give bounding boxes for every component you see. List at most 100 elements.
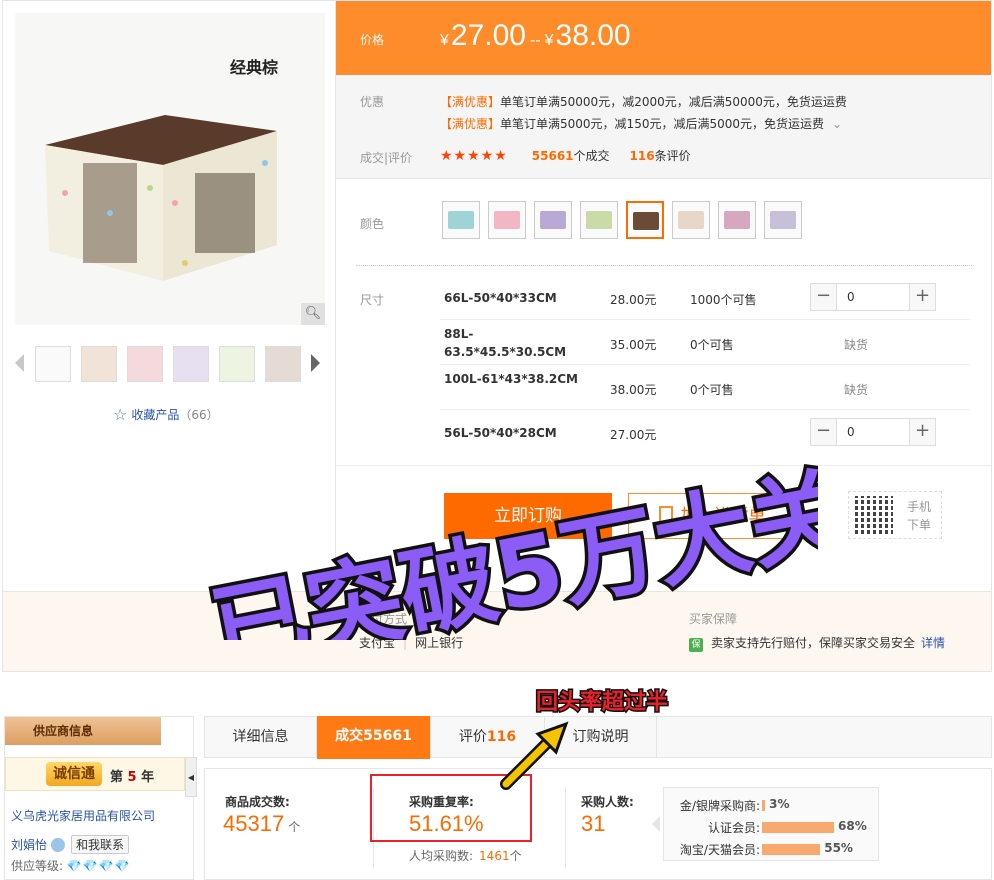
thumbnail[interactable] bbox=[127, 346, 163, 382]
magnifier-icon: 🔍︎ bbox=[304, 306, 322, 321]
color-swatch[interactable] bbox=[442, 201, 480, 239]
minus-button[interactable]: − bbox=[811, 284, 837, 310]
color-swatch[interactable] bbox=[534, 201, 572, 239]
collapse-arrow-icon[interactable]: ◀ bbox=[185, 757, 197, 797]
plus-button[interactable]: + bbox=[909, 419, 935, 445]
size-name: 100L-61*43*38.2CM bbox=[444, 372, 578, 386]
thumbnail[interactable] bbox=[35, 346, 71, 382]
price-low: 27.00 bbox=[450, 19, 526, 52]
supplier-header: 供应商信息 bbox=[5, 717, 161, 745]
color-swatch[interactable] bbox=[672, 201, 710, 239]
payment-label: 支付方式 bbox=[359, 612, 408, 626]
price-range: ¥27.00 -- ¥38.00 bbox=[440, 19, 631, 53]
promo-text: 单笔订单满50000元，减2000元，减后满50000元，免货运运费 bbox=[500, 95, 847, 109]
size-row: 66L-50*40*33CM 28.00元 1000个可售 − 0 + bbox=[440, 275, 970, 320]
size-name: 56L-50*40*28CM bbox=[444, 426, 557, 440]
currency-symbol: ¥ bbox=[544, 32, 554, 49]
payment-methods: 支付宝 | 网上银行 bbox=[359, 636, 464, 650]
tab-deals[interactable]: 成交55661 bbox=[317, 716, 431, 759]
callout-pointer bbox=[652, 816, 660, 832]
contact-me-button[interactable]: 和我联系 bbox=[71, 835, 130, 854]
total-deals-value: 45317 个 bbox=[223, 811, 301, 836]
payment-alipay[interactable]: 支付宝 bbox=[359, 636, 395, 650]
tab-details[interactable]: 详细信息 bbox=[205, 717, 317, 758]
promo-label: 优惠 bbox=[360, 95, 385, 109]
color-swatch-selected[interactable] bbox=[626, 201, 664, 239]
divider bbox=[565, 787, 566, 867]
thumbnail[interactable] bbox=[173, 346, 209, 382]
detail-tabs: 详细信息 成交55661 评价116 订购说明 bbox=[204, 716, 992, 759]
brand-text: 经典棕 bbox=[230, 58, 278, 77]
shield-icon: 保 bbox=[689, 638, 703, 652]
size-price: 38.00元 bbox=[610, 383, 657, 397]
rating-row: ★★★★★ 55661个成交 116条评价 bbox=[440, 147, 691, 164]
deal-stats: 商品成交数: 45317 个 采购重复率: 51.61% 人均采购数: 1461个 … bbox=[204, 768, 992, 880]
total-deals-label: 商品成交数: bbox=[225, 795, 290, 809]
breakdown-bar bbox=[762, 800, 766, 811]
quantity-input[interactable]: 0 bbox=[847, 290, 855, 304]
quantity-stepper: − 0 + bbox=[810, 283, 936, 311]
contact-name[interactable]: 刘娟怡 bbox=[11, 838, 47, 852]
favorite-product-link[interactable]: ☆ 收藏产品（66） bbox=[113, 405, 219, 424]
thumbnail-strip bbox=[15, 346, 325, 382]
product-main-image[interactable]: 经典棕 🔍︎ bbox=[15, 13, 325, 325]
thumb-next-arrow-icon[interactable] bbox=[311, 354, 320, 372]
guarantee: 保卖家支持先行赔付，保障买家交易安全 详情 bbox=[689, 634, 945, 652]
buyer-breakdown: 金/银牌采购商: 3% 认证会员: 68% 淘宝/天猫会员: 55% bbox=[663, 787, 879, 861]
breakdown-row: 金/银牌采购商: 3% bbox=[664, 796, 880, 814]
color-swatch[interactable] bbox=[764, 201, 802, 239]
price-label: 价格 bbox=[360, 33, 385, 47]
size-price: 35.00元 bbox=[610, 338, 657, 352]
storage-box-image: 经典棕 bbox=[45, 58, 278, 281]
guarantee-details-link[interactable]: 详情 bbox=[921, 636, 945, 650]
guarantee-label: 买家保障 bbox=[689, 612, 738, 626]
supplier-info: 供应商信息 诚信通 第 5 年 ◀ 义乌虎光家居用品有限公司 刘娟怡 和我联系 供… bbox=[4, 716, 197, 880]
payment-bank[interactable]: 网上银行 bbox=[415, 636, 463, 650]
color-swatch[interactable] bbox=[718, 201, 756, 239]
company-name-link[interactable]: 义乌虎光家居用品有限公司 bbox=[11, 807, 155, 824]
thumb-prev-arrow-icon[interactable] bbox=[15, 354, 24, 372]
breakdown-row: 淘宝/天猫会员: 55% bbox=[664, 840, 880, 858]
favorite-label: 收藏产品 bbox=[131, 408, 180, 422]
minus-button[interactable]: − bbox=[811, 419, 837, 445]
size-label: 尺寸 bbox=[360, 293, 385, 307]
add-to-cart-button[interactable]: 加入进货单 bbox=[628, 493, 796, 539]
breakdown-bar bbox=[762, 822, 834, 833]
trust-badge: 诚信通 第 5 年 bbox=[5, 757, 185, 791]
breakdown-label: 认证会员: bbox=[707, 821, 760, 835]
deal-count[interactable]: 55661 bbox=[532, 149, 574, 163]
product-info: 价格 ¥27.00 -- ¥38.00 优惠 【满优惠】单笔订单满50000元，减2… bbox=[335, 1, 991, 671]
callout-text: 回头率超过半 bbox=[534, 689, 669, 717]
rating-stars-icon: ★★★★★ bbox=[440, 148, 508, 164]
quantity-input[interactable]: 0 bbox=[847, 425, 855, 439]
thumbnail[interactable] bbox=[265, 346, 301, 382]
color-label: 颜色 bbox=[360, 217, 385, 231]
callout-arrow-icon bbox=[500, 721, 569, 790]
thumbnail[interactable] bbox=[81, 346, 117, 382]
color-swatch[interactable] bbox=[488, 201, 526, 239]
plus-button[interactable]: + bbox=[909, 284, 935, 310]
breakdown-label: 金/银牌采购商: bbox=[679, 799, 760, 813]
promo-line: 【满优惠】单笔订单满50000元，减2000元，减后满50000元，免货运运费 bbox=[440, 93, 847, 110]
clipboard-icon bbox=[658, 506, 673, 524]
size-name: 66L-50*40*33CM bbox=[444, 291, 557, 305]
promo-text: 单笔订单满5000元，减150元，减后满5000元，免货运运费 bbox=[500, 117, 824, 131]
product-panel: 经典棕 🔍︎ ☆ 收藏产品（66） 价格 ¥27.00 -- ¥38.00 优惠… bbox=[2, 0, 992, 672]
promo-line: 【满优惠】单笔订单满5000元，减150元，减后满5000元，免货运运费 ⌄ bbox=[440, 115, 842, 132]
divider bbox=[356, 265, 972, 266]
color-swatch[interactable] bbox=[580, 201, 618, 239]
zoom-button[interactable]: 🔍︎ bbox=[301, 303, 325, 325]
deal-unit: 个成交 bbox=[573, 149, 610, 163]
price-bar: 价格 ¥27.00 -- ¥38.00 bbox=[336, 1, 991, 75]
review-count[interactable]: 116 bbox=[630, 149, 655, 163]
breakdown-row: 认证会员: 68% bbox=[664, 818, 880, 836]
thumbnail[interactable] bbox=[219, 346, 255, 382]
payment-bar: 支付方式 支付宝 | 网上银行 买家保障 保卖家支持先行赔付，保障买家交易安全 详情 bbox=[3, 591, 991, 671]
mobile-order[interactable]: 手机下单 bbox=[848, 491, 942, 539]
divider bbox=[336, 465, 991, 466]
breakdown-pct: 68% bbox=[838, 819, 867, 833]
chevron-down-icon[interactable]: ⌄ bbox=[832, 117, 842, 131]
breakdown-label: 淘宝/天猫会员: bbox=[679, 843, 760, 857]
out-of-stock: 缺货 bbox=[844, 383, 869, 397]
buy-now-button[interactable]: 立即订购 bbox=[444, 493, 612, 539]
